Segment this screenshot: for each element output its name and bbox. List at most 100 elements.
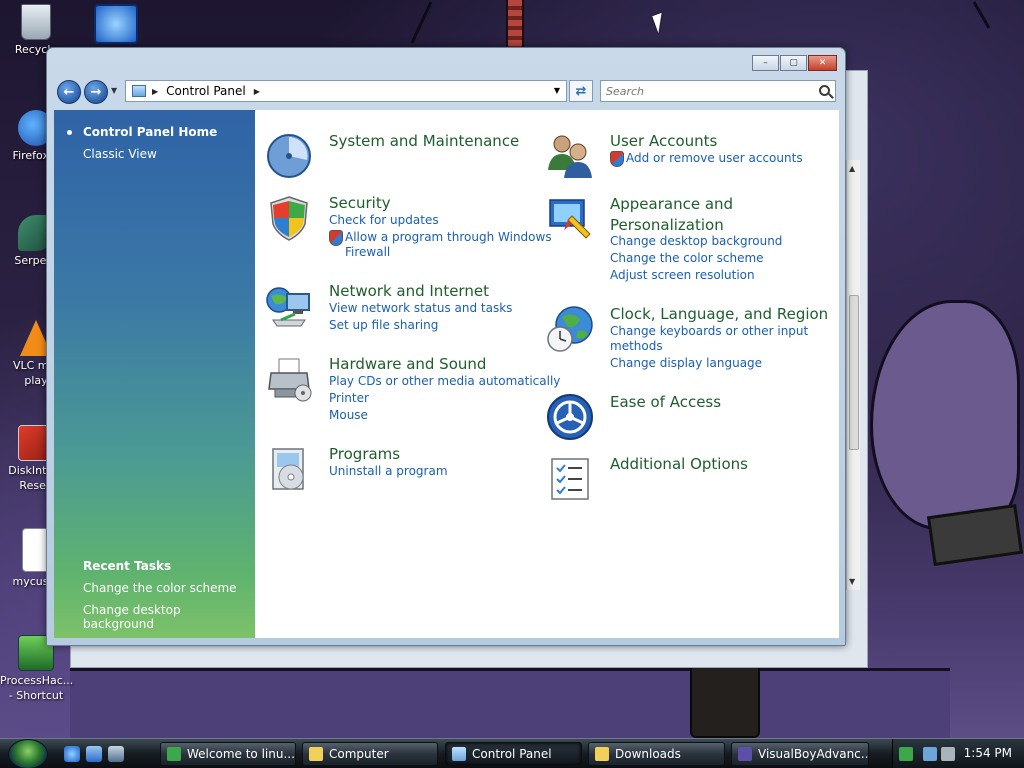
recent-pages-dropdown[interactable]: ▼: [111, 86, 117, 95]
scrollbar-thumb[interactable]: [849, 295, 859, 450]
task-pane: Control Panel Home Classic View Recent T…: [54, 110, 255, 638]
recent-task-link[interactable]: Change the color scheme: [83, 581, 237, 595]
control-panel-small-icon: [132, 85, 146, 97]
wallpaper-desk: [70, 668, 950, 738]
folder-icon: [595, 747, 609, 761]
taskbar-button-label: Control Panel: [472, 747, 552, 761]
category-view: System and Maintenance Security Check fo…: [255, 110, 839, 638]
show-desktop-icon[interactable]: [86, 746, 102, 762]
taskbar-button-label: Computer: [329, 747, 389, 761]
taskbar-button-visualboyadvance[interactable]: VisualBoyAdvanc...: [731, 742, 869, 766]
address-bar[interactable]: ▶ Control Panel ▶ ▼: [125, 80, 567, 102]
maximize-button[interactable]: ▢: [780, 55, 807, 71]
switch-windows-icon[interactable]: [108, 746, 124, 762]
volume-muted-icon[interactable]: [941, 747, 955, 761]
minimize-button[interactable]: –: [752, 55, 779, 71]
address-dropdown-icon[interactable]: ▼: [554, 86, 560, 95]
refresh-icon: ⇄: [575, 83, 587, 99]
scroll-down-arrow-icon[interactable]: ▼: [849, 577, 855, 586]
user-accounts-icon: [548, 135, 592, 178]
category-title[interactable]: Hardware and Sound: [329, 355, 486, 373]
breadcrumb-control-panel[interactable]: Control Panel: [166, 84, 246, 98]
system-maintenance-icon: [267, 134, 311, 178]
folder-icon: [309, 747, 323, 761]
autoplay-link[interactable]: Play CDs or other media automatically: [329, 374, 560, 388]
breadcrumb-separator-icon[interactable]: ▶: [152, 87, 158, 96]
check-for-updates-link[interactable]: Check for updates: [329, 213, 439, 227]
wallpaper-crack: [972, 1, 991, 29]
taskbar-button-downloads[interactable]: Downloads: [588, 742, 725, 766]
recent-task-link[interactable]: Change desktop background: [83, 603, 255, 631]
set-up-file-sharing-link[interactable]: Set up file sharing: [329, 318, 438, 332]
control-panel-home-link[interactable]: Control Panel Home: [83, 125, 217, 139]
scroll-up-arrow-icon[interactable]: ▲: [849, 164, 855, 173]
checklist-icon: [551, 458, 589, 500]
printer-icon: [268, 358, 312, 402]
network-tray-icon[interactable]: [923, 747, 937, 761]
wallpaper-crack: [410, 1, 433, 44]
start-button[interactable]: [8, 739, 48, 768]
category-title[interactable]: System and Maintenance: [329, 132, 519, 150]
category-title[interactable]: Additional Options: [610, 455, 748, 473]
view-network-status-link[interactable]: View network status and tasks: [329, 301, 512, 315]
taskbar-button-welcome[interactable]: Welcome to linu...: [160, 742, 296, 766]
control-panel-window[interactable]: – ▢ ✕ ← → ▼ ▶ Control Panel ▶ ▼ ⇄ Contro…: [46, 47, 846, 646]
search-box[interactable]: [600, 80, 836, 102]
uac-shield-icon: [329, 230, 343, 246]
close-button[interactable]: ✕: [808, 55, 837, 71]
change-color-scheme-link[interactable]: Change the color scheme: [610, 251, 764, 265]
taskbar-button-label: VisualBoyAdvanc...: [758, 747, 869, 761]
wallpaper-creature: [870, 300, 1020, 530]
close-icon: ✕: [818, 58, 827, 68]
recent-tasks-heading: Recent Tasks: [83, 559, 172, 573]
breadcrumb-separator-icon[interactable]: ▶: [254, 87, 260, 96]
current-page-bullet-icon: [67, 130, 72, 135]
category-title[interactable]: Appearance and Personalization: [610, 194, 810, 236]
adjust-screen-resolution-link[interactable]: Adjust screen resolution: [610, 268, 755, 282]
refresh-button[interactable]: ⇄: [569, 80, 593, 102]
tray-app-icon[interactable]: [899, 747, 913, 761]
forward-arrow-icon: →: [90, 84, 102, 100]
category-title[interactable]: Clock, Language, and Region: [610, 305, 828, 323]
category-title[interactable]: Security: [329, 194, 391, 212]
minimize-icon: –: [763, 58, 768, 68]
taskbar-button-label: Welcome to linu...: [187, 747, 295, 761]
clock[interactable]: 1:54 PM: [964, 746, 1012, 760]
mouse-link[interactable]: Mouse: [329, 408, 368, 422]
maximize-icon: ▢: [789, 58, 798, 68]
desktop-icon-label: ProcessHac... - Shortcut: [0, 674, 74, 702]
ease-of-access-icon: [547, 394, 593, 440]
programs-icon: [272, 448, 304, 490]
change-desktop-background-link[interactable]: Change desktop background: [610, 234, 782, 248]
control-panel-icon: [452, 747, 466, 761]
back-button[interactable]: ←: [57, 80, 81, 104]
allow-program-firewall-link[interactable]: Allow a program through Windows Firewall: [345, 230, 555, 260]
security-shield-icon: [270, 196, 308, 241]
classic-view-link[interactable]: Classic View: [83, 147, 157, 161]
category-title[interactable]: Ease of Access: [610, 393, 721, 411]
search-input[interactable]: [601, 81, 811, 101]
uninstall-program-link[interactable]: Uninstall a program: [329, 464, 448, 478]
green-arrow-icon: [167, 747, 181, 761]
uac-shield-icon: [610, 151, 624, 167]
gameboy-icon: [738, 747, 752, 761]
background-window-scrollbar[interactable]: ▲ ▼: [846, 160, 860, 590]
internet-explorer-icon[interactable]: [64, 746, 80, 762]
category-title[interactable]: Network and Internet: [329, 282, 489, 300]
back-arrow-icon: ←: [63, 84, 75, 100]
taskbar-button-computer[interactable]: Computer: [302, 742, 438, 766]
desktop-icon-app[interactable]: [80, 4, 152, 46]
window-controls: – ▢ ✕: [751, 55, 837, 71]
change-display-language-link[interactable]: Change display language: [610, 356, 762, 370]
appearance-icon: [549, 199, 591, 239]
search-icon[interactable]: [819, 85, 830, 96]
category-title[interactable]: User Accounts: [610, 132, 717, 150]
category-title[interactable]: Programs: [329, 445, 400, 463]
change-keyboards-link[interactable]: Change keyboards or other input methods: [610, 324, 820, 354]
taskbar-button-control-panel[interactable]: Control Panel: [445, 742, 582, 766]
add-remove-user-accounts-link[interactable]: Add or remove user accounts: [626, 151, 803, 165]
forward-button[interactable]: →: [84, 80, 108, 104]
taskbar: Welcome to linu... Computer Control Pane…: [0, 738, 1024, 768]
globe-clock-icon: [547, 306, 593, 352]
printer-link[interactable]: Printer: [329, 391, 369, 405]
